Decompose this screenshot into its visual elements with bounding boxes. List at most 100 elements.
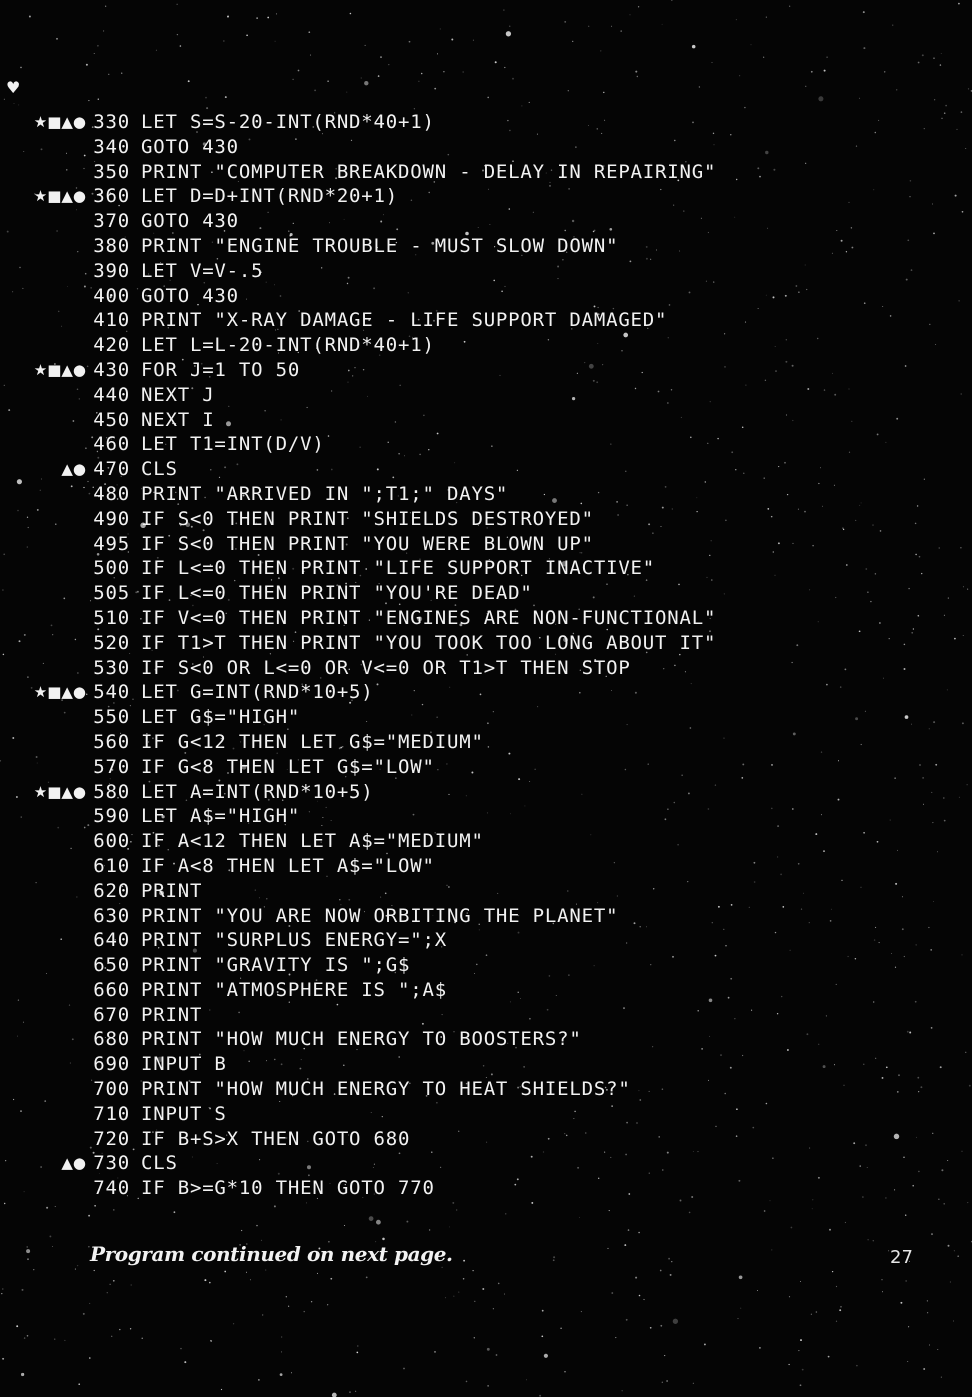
star (957, 1255, 960, 1258)
star (603, 91, 605, 94)
star (93, 1269, 95, 1272)
star (798, 1350, 800, 1352)
star (97, 98, 99, 100)
star (744, 106, 746, 109)
star (939, 64, 942, 66)
star (638, 1294, 641, 1297)
star (121, 72, 123, 74)
star (643, 1299, 645, 1301)
star (588, 25, 590, 27)
star (492, 1308, 494, 1310)
star (552, 1259, 555, 1262)
star (905, 1214, 907, 1216)
line-number: 530 (93, 656, 130, 679)
star (635, 70, 638, 73)
star (789, 5, 791, 7)
star (926, 1300, 929, 1302)
star (360, 77, 362, 79)
program-line: 410 PRINT "X-RAY DAMAGE - LIFE SUPPORT DA… (0, 308, 972, 333)
star (881, 1291, 884, 1293)
star (141, 1337, 143, 1339)
line-number: 400 (93, 284, 130, 307)
star (245, 1271, 248, 1273)
star (863, 47, 866, 50)
basic-statement: FOR J=1 TO 50 (141, 358, 301, 381)
star (462, 1277, 465, 1280)
star (800, 1339, 802, 1342)
star (85, 63, 88, 66)
program-line: 390 LET V=V-.5 (0, 259, 972, 284)
star (187, 80, 190, 83)
line-number: 390 (93, 259, 130, 282)
star (943, 1203, 945, 1205)
line-number: 480 (93, 482, 130, 505)
star (343, 1224, 346, 1227)
star (504, 66, 506, 69)
star (274, 40, 276, 42)
program-line: 740 IF B>=G*10 THEN GOTO 770 (0, 1176, 972, 1201)
line-number: 460 (93, 433, 130, 456)
star (93, 52, 95, 54)
line-number: 370 (93, 210, 130, 233)
star (26, 1246, 28, 1248)
star (750, 44, 752, 46)
computer-compat-marks: ★■▲● (33, 683, 86, 702)
line-number: 700 (93, 1078, 130, 1101)
star (811, 1208, 813, 1210)
star (364, 44, 366, 46)
program-line: 560 IF G<12 THEN LET G$="MEDIUM" (0, 730, 972, 755)
star (487, 1385, 489, 1387)
star (303, 1310, 305, 1313)
star (620, 30, 622, 32)
star (206, 107, 209, 110)
line-number: 410 (93, 309, 130, 332)
star (331, 1392, 337, 1397)
star (223, 40, 225, 42)
line-number: 620 (93, 879, 130, 902)
basic-statement: PRINT "HOW MUCH ENERGY TO HEAT SHIELDS?" (141, 1078, 631, 1101)
star (408, 40, 411, 43)
star (531, 1201, 534, 1204)
star (858, 97, 861, 99)
basic-statement: IF B+S>X THEN GOTO 680 (141, 1127, 411, 1150)
star (505, 31, 512, 37)
star (831, 1270, 834, 1273)
program-line: 620 PRINT (0, 879, 972, 904)
star (88, 100, 90, 102)
star (441, 1266, 443, 1269)
star (503, 9, 505, 11)
star (451, 38, 454, 41)
star (349, 12, 352, 15)
star (564, 1371, 566, 1373)
star (275, 13, 278, 15)
program-line: 440 NEXT J (0, 383, 972, 408)
star (607, 1247, 609, 1249)
star (805, 85, 807, 87)
star (486, 1347, 490, 1351)
computer-compat-marks: ▲● (61, 460, 86, 479)
program-line: ▲● 470 CLS (0, 457, 972, 482)
star (608, 1210, 610, 1212)
star (256, 1224, 258, 1227)
star (856, 1364, 858, 1367)
star (111, 1335, 113, 1337)
star (543, 1353, 548, 1358)
star (512, 77, 514, 80)
star (18, 104, 20, 106)
program-line: 610 IF A<8 THEN LET A$="LOW" (0, 854, 972, 879)
program-line: 600 IF A<12 THEN LET A$="MEDIUM" (0, 829, 972, 854)
star (636, 75, 638, 78)
star (349, 1391, 351, 1393)
star (526, 1379, 527, 1381)
line-number: 550 (93, 706, 130, 729)
star (88, 1214, 91, 1217)
star (465, 1380, 468, 1383)
star (54, 1206, 56, 1207)
star (735, 19, 737, 21)
star (327, 1304, 329, 1306)
line-number: 330 (93, 111, 130, 133)
basic-statement: LET L=L-20-INT(RND*40+1) (141, 334, 435, 357)
star (688, 1211, 691, 1214)
heart-icon: ♥ (6, 78, 21, 97)
star (635, 1276, 638, 1279)
